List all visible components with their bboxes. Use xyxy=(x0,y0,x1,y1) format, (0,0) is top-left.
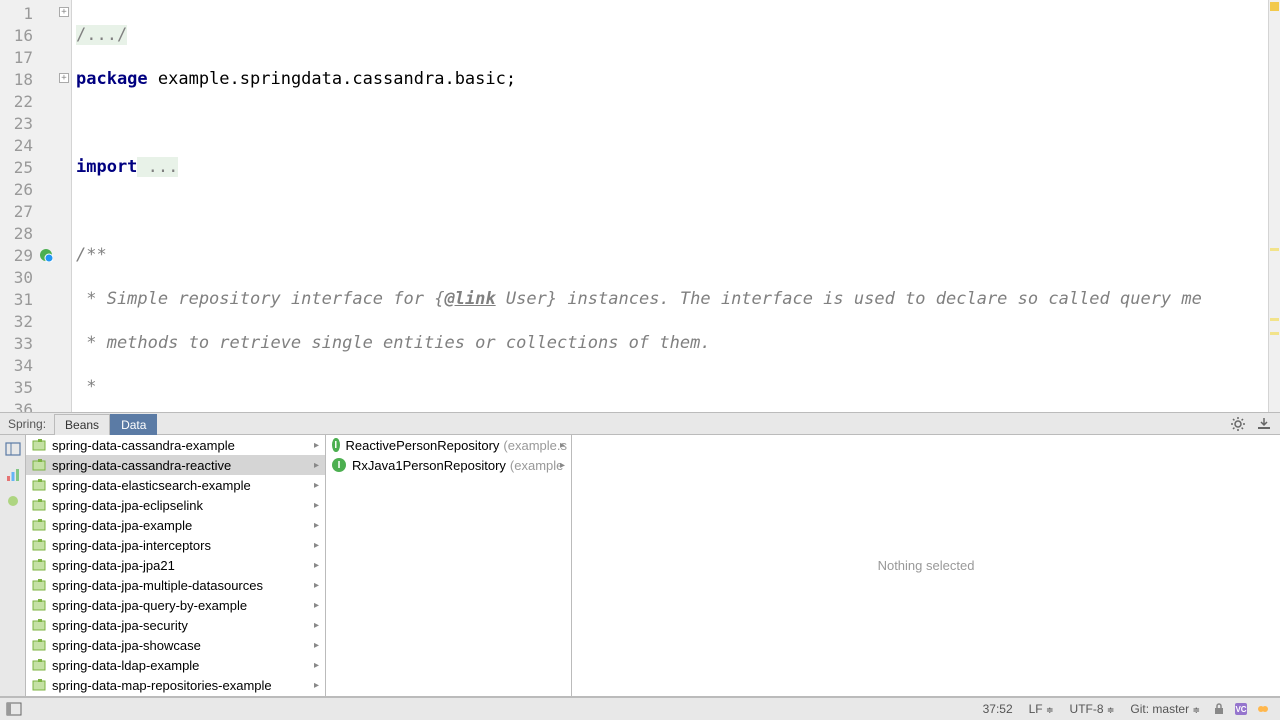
module-item[interactable]: spring-data-jpa-interceptors▸ xyxy=(26,535,325,555)
fold-expand-icon[interactable]: + xyxy=(59,73,69,83)
module-item[interactable]: spring-data-jpa-security▸ xyxy=(26,615,325,635)
module-icon xyxy=(32,658,46,672)
interface-icon: I xyxy=(332,458,346,472)
line-separator[interactable]: LF ≑ xyxy=(1021,702,1062,716)
line-number: 35 xyxy=(14,378,33,397)
status-bar: 37:52 LF ≑ UTF-8 ≑ Git: master ≑ VC xyxy=(0,697,1280,720)
repository-item[interactable]: IReactivePersonRepository(example.s▸ xyxy=(326,435,571,455)
module-icon xyxy=(32,438,46,452)
module-icon xyxy=(32,458,46,472)
module-list[interactable]: spring-data-cassandra-example▸spring-dat… xyxy=(26,435,326,696)
line-number: 18 xyxy=(14,70,33,89)
gear-icon[interactable] xyxy=(1230,416,1246,432)
module-item[interactable]: spring-data-jpa-example▸ xyxy=(26,515,325,535)
module-icon xyxy=(32,578,46,592)
repository-list[interactable]: IReactivePersonRepository(example.s▸IRxJ… xyxy=(326,435,572,696)
code-editor[interactable]: 1+ 16 17 18+ 22 23 24 25 26 27 28 29 30 … xyxy=(0,0,1280,412)
line-number: 16 xyxy=(14,26,33,45)
module-item[interactable]: spring-data-jpa-showcase▸ xyxy=(26,635,325,655)
code-content[interactable]: /.../ package example.springdata.cassand… xyxy=(72,0,1280,412)
warning-marker[interactable] xyxy=(1270,332,1279,335)
module-icon xyxy=(32,598,46,612)
error-stripe[interactable] xyxy=(1268,0,1280,412)
line-number: 1 xyxy=(23,4,33,23)
empty-message: Nothing selected xyxy=(878,558,975,573)
module-icon xyxy=(32,558,46,572)
module-item[interactable]: spring-data-map-repositories-example▸ xyxy=(26,675,325,695)
module-icon xyxy=(32,478,46,492)
warning-marker[interactable] xyxy=(1270,248,1279,251)
panel-label: Spring: xyxy=(0,417,54,431)
folded-region[interactable]: /.../ xyxy=(76,25,127,45)
module-item[interactable]: spring-data-elasticsearch-example▸ xyxy=(26,475,325,495)
implementations-icon[interactable] xyxy=(39,248,53,262)
encoding[interactable]: UTF-8 ≑ xyxy=(1062,702,1123,716)
hide-icon[interactable] xyxy=(1256,416,1272,432)
caret-position[interactable]: 37:52 xyxy=(975,702,1021,716)
line-number: 27 xyxy=(14,202,33,221)
module-item[interactable]: spring-data-cassandra-example▸ xyxy=(26,435,325,455)
repository-item[interactable]: IRxJava1PersonRepository(example▸ xyxy=(326,455,571,475)
line-number: 30 xyxy=(14,268,33,287)
module-item[interactable]: spring-data-jpa-jpa21▸ xyxy=(26,555,325,575)
tab-data[interactable]: Data xyxy=(110,414,157,435)
inspections-icon[interactable] xyxy=(1256,702,1270,716)
bean-icon[interactable] xyxy=(5,493,21,509)
module-item[interactable]: spring-data-ldap-example▸ xyxy=(26,655,325,675)
module-icon xyxy=(32,638,46,652)
interface-icon: I xyxy=(332,438,340,452)
module-icon xyxy=(32,538,46,552)
line-number: 31 xyxy=(14,290,33,309)
line-number: 29 xyxy=(14,246,33,265)
fold-expand-icon[interactable]: + xyxy=(59,7,69,17)
layout-icon[interactable] xyxy=(5,441,21,457)
module-item[interactable]: spring-data-jpa-query-by-example▸ xyxy=(26,595,325,615)
detail-pane: Nothing selected xyxy=(572,435,1280,696)
spring-data-panel: spring-data-cassandra-example▸spring-dat… xyxy=(0,435,1280,697)
lock-icon[interactable] xyxy=(1212,702,1226,716)
line-number: 28 xyxy=(14,224,33,243)
folded-imports[interactable]: ... xyxy=(137,157,178,177)
module-icon xyxy=(32,618,46,632)
panel-toolbar xyxy=(0,435,26,696)
line-number: 22 xyxy=(14,92,33,111)
git-branch[interactable]: Git: master ≑ xyxy=(1122,702,1208,716)
line-number: 34 xyxy=(14,356,33,375)
line-number: 23 xyxy=(14,114,33,133)
analysis-status-icon[interactable] xyxy=(1270,2,1279,11)
line-number: 26 xyxy=(14,180,33,199)
editor-gutter: 1+ 16 17 18+ 22 23 24 25 26 27 28 29 30 … xyxy=(0,0,72,412)
tool-windows-icon[interactable] xyxy=(6,701,22,717)
line-number: 25 xyxy=(14,158,33,177)
module-icon xyxy=(32,498,46,512)
line-number: 24 xyxy=(14,136,33,155)
vcs-icon[interactable]: VC xyxy=(1234,702,1248,716)
spring-panel-tabs: Spring: Beans Data xyxy=(0,412,1280,435)
module-item[interactable]: spring-data-jpa-eclipselink▸ xyxy=(26,495,325,515)
module-icon xyxy=(32,518,46,532)
svg-text:VC: VC xyxy=(1235,705,1246,714)
line-number: 33 xyxy=(14,334,33,353)
line-number: 36 xyxy=(14,400,33,413)
module-icon xyxy=(32,678,46,692)
line-number: 17 xyxy=(14,48,33,67)
line-number: 32 xyxy=(14,312,33,331)
tab-beans[interactable]: Beans xyxy=(54,414,110,435)
module-item[interactable]: spring-data-cassandra-reactive▸ xyxy=(26,455,325,475)
chart-icon[interactable] xyxy=(5,467,21,483)
warning-marker[interactable] xyxy=(1270,318,1279,321)
module-item[interactable]: spring-data-jpa-multiple-datasources▸ xyxy=(26,575,325,595)
